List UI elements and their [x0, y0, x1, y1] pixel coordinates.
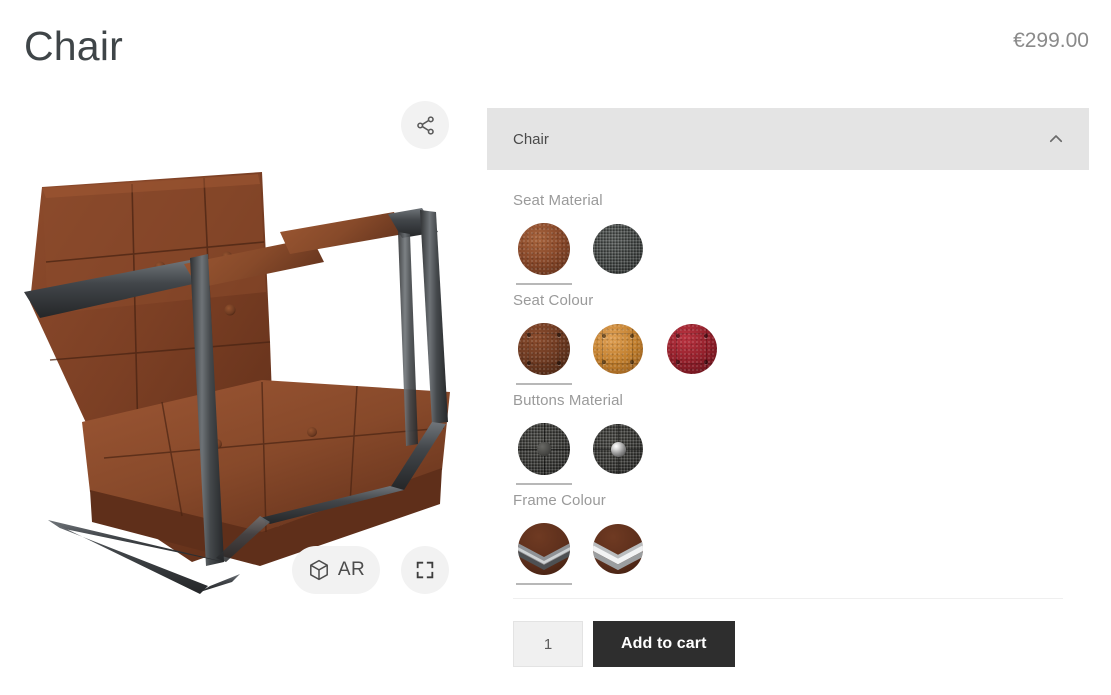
swatch-color: [593, 224, 643, 274]
swatch-brown-leather[interactable]: [513, 218, 575, 285]
ar-button[interactable]: AR: [292, 546, 380, 594]
cube-icon: [309, 559, 328, 581]
swatch-row: [513, 518, 1063, 585]
product-configurator-page: Chair €299.00 AR Chair Seat Material Sea…: [0, 0, 1111, 695]
frame-corner-chrome: [593, 541, 643, 571]
swatch-row: [513, 418, 1063, 485]
frame-corner-dark: [518, 543, 570, 570]
option-group-label: Seat Material: [513, 192, 603, 209]
chevron-up-icon[interactable]: [1047, 130, 1065, 148]
swatch-color: [518, 223, 570, 275]
swatch-matte-fabric[interactable]: [513, 418, 575, 485]
share-button[interactable]: [401, 101, 449, 149]
swatch-caramel[interactable]: [587, 318, 649, 380]
swatch-color: [667, 324, 717, 374]
fullscreen-button[interactable]: [401, 546, 449, 594]
option-group-frame-colour: Frame Colour: [513, 492, 1063, 585]
model-canvas[interactable]: AR: [12, 92, 475, 604]
swatch-row: [513, 218, 1063, 285]
swatch-dark-brown[interactable]: [513, 318, 575, 385]
option-group-label: Seat Colour: [513, 292, 594, 309]
swatch-dark-red[interactable]: [661, 318, 723, 380]
page-header: Chair €299.00: [0, 0, 1111, 92]
swatch-color: [518, 323, 570, 375]
option-group-seat-colour: Seat Colour: [513, 292, 1063, 385]
share-icon: [416, 115, 434, 135]
add-to-cart-button[interactable]: Add to cart: [593, 621, 735, 667]
page-title: Chair: [24, 23, 123, 69]
swatch-color: [518, 523, 570, 575]
quantity-input[interactable]: [513, 621, 583, 667]
ar-label: AR: [337, 559, 366, 580]
accordion-header-chair[interactable]: Chair: [487, 108, 1089, 170]
swatch-color: [593, 424, 643, 474]
fullscreen-icon: [416, 561, 434, 579]
swatch-chrome[interactable]: [587, 518, 649, 580]
swatch-dark-steel[interactable]: [513, 518, 575, 585]
option-group-label: Frame Colour: [513, 492, 606, 509]
swatch-color: [518, 423, 570, 475]
option-group-label: Buttons Material: [513, 392, 623, 409]
swatch-color: [593, 524, 643, 574]
accordion-title: Chair: [513, 130, 549, 148]
product-price: €299.00: [1013, 29, 1089, 52]
chair-3d-model[interactable]: [12, 92, 475, 604]
option-group-buttons-material: Buttons Material: [513, 392, 1063, 485]
swatch-row: [513, 318, 1063, 385]
option-groups: Seat Material Seat Colour Buttons Materi…: [487, 170, 1089, 667]
swatch-chrome-metal[interactable]: [587, 418, 649, 480]
purchase-row: Add to cart: [513, 599, 1063, 667]
swatch-grey-fabric[interactable]: [587, 218, 649, 280]
configurator-panel: Chair Seat Material Seat Colour Buttons …: [487, 108, 1089, 667]
option-group-seat-material: Seat Material: [513, 192, 1063, 285]
swatch-color: [593, 324, 643, 374]
model-viewer[interactable]: AR: [12, 92, 475, 604]
